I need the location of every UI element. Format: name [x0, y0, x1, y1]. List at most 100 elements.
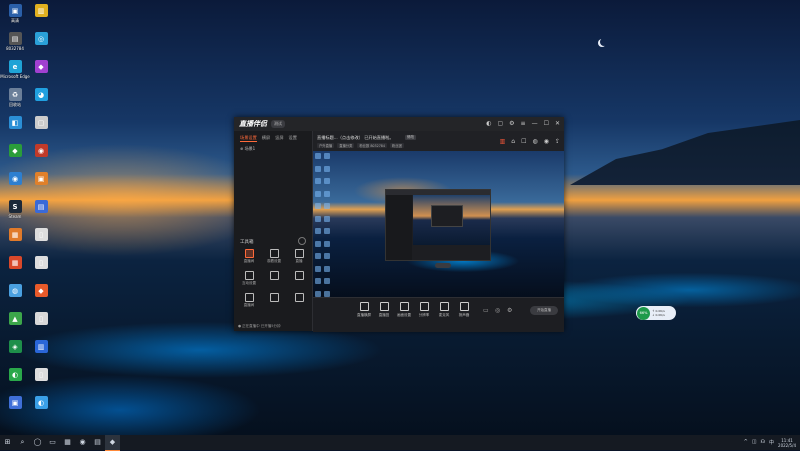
toolbox-item[interactable]: [290, 293, 308, 309]
edit-title-button[interactable]: 修改: [405, 135, 416, 140]
desktop-icon[interactable]: ◐: [26, 396, 56, 426]
close-icon[interactable]: ✕: [555, 120, 560, 127]
info-bar-icon[interactable]: ◍: [532, 138, 537, 145]
stream-info-bar: 直播标题...（点击修改） 已开始直播啦。 修改 户外直播 直播分类 粉丝数 803…: [313, 131, 564, 151]
control-label: 分辨率: [418, 313, 430, 317]
desktop-icon[interactable]: ▣: [26, 172, 56, 202]
control-button[interactable]: 直播竖: [373, 302, 395, 318]
app-icon: ▯: [34, 256, 48, 269]
toolbox-item[interactable]: 直播: [290, 249, 308, 265]
control-button[interactable]: 麦克风: [433, 302, 455, 318]
app-icon: ◉: [8, 172, 22, 185]
desktop-icon[interactable]: ▢: [26, 116, 56, 146]
folder-icon[interactable]: ▤: [90, 435, 105, 450]
clock[interactable]: 11:41 2022/5/4: [778, 438, 796, 448]
desktop-icon[interactable]: ◆: [26, 284, 56, 314]
desktop-icon[interactable]: ▯: [26, 228, 56, 258]
sidebar-tab[interactable]: 竖屏: [275, 135, 283, 142]
network-speed-widget[interactable]: 66% ↑ 0.0K/s ↓ 0.0K/s: [636, 306, 676, 320]
toolbox-item[interactable]: 互动设置: [240, 271, 258, 287]
stream-tag[interactable]: 粉丝团: [390, 143, 404, 148]
system-tray: ^ ◫ ☊ 中 11:41 2022/5/4: [744, 435, 796, 450]
control-extra-icon[interactable]: ▭: [483, 307, 489, 314]
desktop-icon[interactable]: ▯: [26, 256, 56, 286]
tray-icon[interactable]: ◫: [752, 439, 757, 446]
minimize-icon[interactable]: —: [532, 120, 538, 127]
search-icon[interactable]: ⌕: [15, 435, 30, 450]
toolbox-item[interactable]: 观看设置: [265, 249, 283, 265]
tray-icon[interactable]: ☊: [761, 439, 765, 446]
control-button[interactable]: 分辨率: [413, 302, 435, 318]
app-icon: ◆: [8, 144, 22, 157]
go-live-button[interactable]: 开始直播: [530, 306, 558, 315]
tool-label: 直播间: [243, 259, 255, 263]
store-icon[interactable]: ▦: [60, 435, 75, 450]
stream-tag[interactable]: 粉丝数 8032784: [357, 143, 387, 148]
browser-icon[interactable]: ◉: [75, 435, 90, 450]
tool-icon: [269, 249, 279, 258]
start-icon[interactable]: ⊞: [0, 435, 15, 450]
live-app-icon[interactable]: ◆: [105, 434, 120, 451]
sidebar-tab[interactable]: 场景设置: [240, 135, 257, 142]
sidebar-tab[interactable]: 横屏: [262, 135, 270, 142]
tool-label: 直播: [295, 259, 303, 263]
stream-title[interactable]: 直播标题...（点击修改） 已开始直播啦。: [317, 135, 394, 141]
info-bar-icon[interactable]: ⌂: [511, 138, 515, 145]
app-icon: ▣: [8, 396, 22, 409]
file-explorer-icon[interactable]: ▭: [45, 435, 60, 450]
toolbox-item[interactable]: [265, 271, 283, 287]
desktop-icon[interactable]: ◉: [26, 144, 56, 174]
control-button[interactable]: 扬声器: [453, 302, 475, 318]
stream-tags: 户外直播 直播分类 粉丝数 8032784 粉丝团: [317, 143, 404, 148]
toolbox-toggle[interactable]: [298, 237, 306, 245]
preview-mini-status: [435, 263, 451, 268]
avatar[interactable]: ◐: [486, 120, 491, 127]
toolbox-item[interactable]: 直播间: [240, 249, 258, 265]
desktop-icon[interactable]: ▯: [26, 312, 56, 342]
task-view-icon[interactable]: ◯: [30, 435, 45, 450]
desktop-icon[interactable]: ▤: [26, 200, 56, 230]
toolbox-item[interactable]: [290, 271, 308, 287]
live-streaming-window[interactable]: 直播伴侣 测试 ◐ ▢ ⚙ ≡ — ☐ ✕ 场景设置 横屏 竖屏 设置 ⊕ 场景1 工具箱 直播间…: [234, 117, 564, 332]
control-extra-icon[interactable]: ◎: [495, 307, 500, 314]
desktop-icon[interactable]: ▥: [26, 4, 56, 34]
control-button[interactable]: 直播横屏: [353, 302, 375, 318]
stream-tag[interactable]: 户外直播: [317, 143, 335, 148]
cpu-percent: 66%: [637, 306, 650, 320]
app-icon: ◍: [8, 284, 22, 297]
desktop-icon[interactable]: ◎: [26, 32, 56, 62]
app-icon: ▣: [8, 4, 22, 17]
title-bar[interactable]: 直播伴侣 测试 ◐ ▢ ⚙ ≡ — ☐ ✕: [234, 117, 564, 131]
control-extra-icon[interactable]: ⚙: [507, 307, 512, 314]
desktop-icon[interactable]: ◆: [26, 60, 56, 90]
control-icon: [459, 302, 469, 311]
version-badge[interactable]: 测试: [271, 120, 285, 128]
desktop-icon[interactable]: ▥: [26, 340, 56, 370]
tray-icons: ^ ◫ ☊ 中: [744, 439, 774, 446]
info-bar-icon[interactable]: ▥: [500, 138, 506, 145]
toolbox-item[interactable]: [265, 293, 283, 309]
app-icon: ▯: [34, 312, 48, 325]
tray-icon[interactable]: ^: [744, 439, 748, 446]
desktop-icon[interactable]: ▯: [26, 368, 56, 398]
control-button[interactable]: 画面设置: [393, 302, 415, 318]
stream-preview[interactable]: [313, 151, 564, 297]
app-icon: ◆: [34, 60, 48, 73]
settings-icon[interactable]: ⚙: [509, 120, 514, 127]
skin-icon[interactable]: ▢: [497, 120, 503, 127]
scene-add[interactable]: ⊕ 场景1: [240, 146, 306, 152]
main-area: 直播标题...（点击修改） 已开始直播啦。 修改 户外直播 直播分类 粉丝数 803…: [313, 131, 564, 332]
maximize-icon[interactable]: ☐: [544, 120, 549, 127]
tray-icon[interactable]: 中: [769, 439, 774, 446]
stream-tag[interactable]: 直播分类: [337, 143, 355, 148]
tool-label: 直播间: [243, 303, 255, 307]
desktop-icon[interactable]: ◕: [26, 88, 56, 118]
info-bar-icon[interactable]: ☐: [521, 138, 526, 145]
menu-icon[interactable]: ≡: [521, 120, 526, 127]
preview-desktop-icons: [313, 151, 335, 297]
sidebar-tab[interactable]: 设置: [289, 135, 297, 142]
toolbox-item[interactable]: 直播间: [240, 293, 258, 309]
info-bar-icon[interactable]: ◉: [544, 138, 549, 145]
info-bar-icon[interactable]: ⇪: [555, 138, 560, 145]
control-label: 画面设置: [397, 313, 411, 317]
